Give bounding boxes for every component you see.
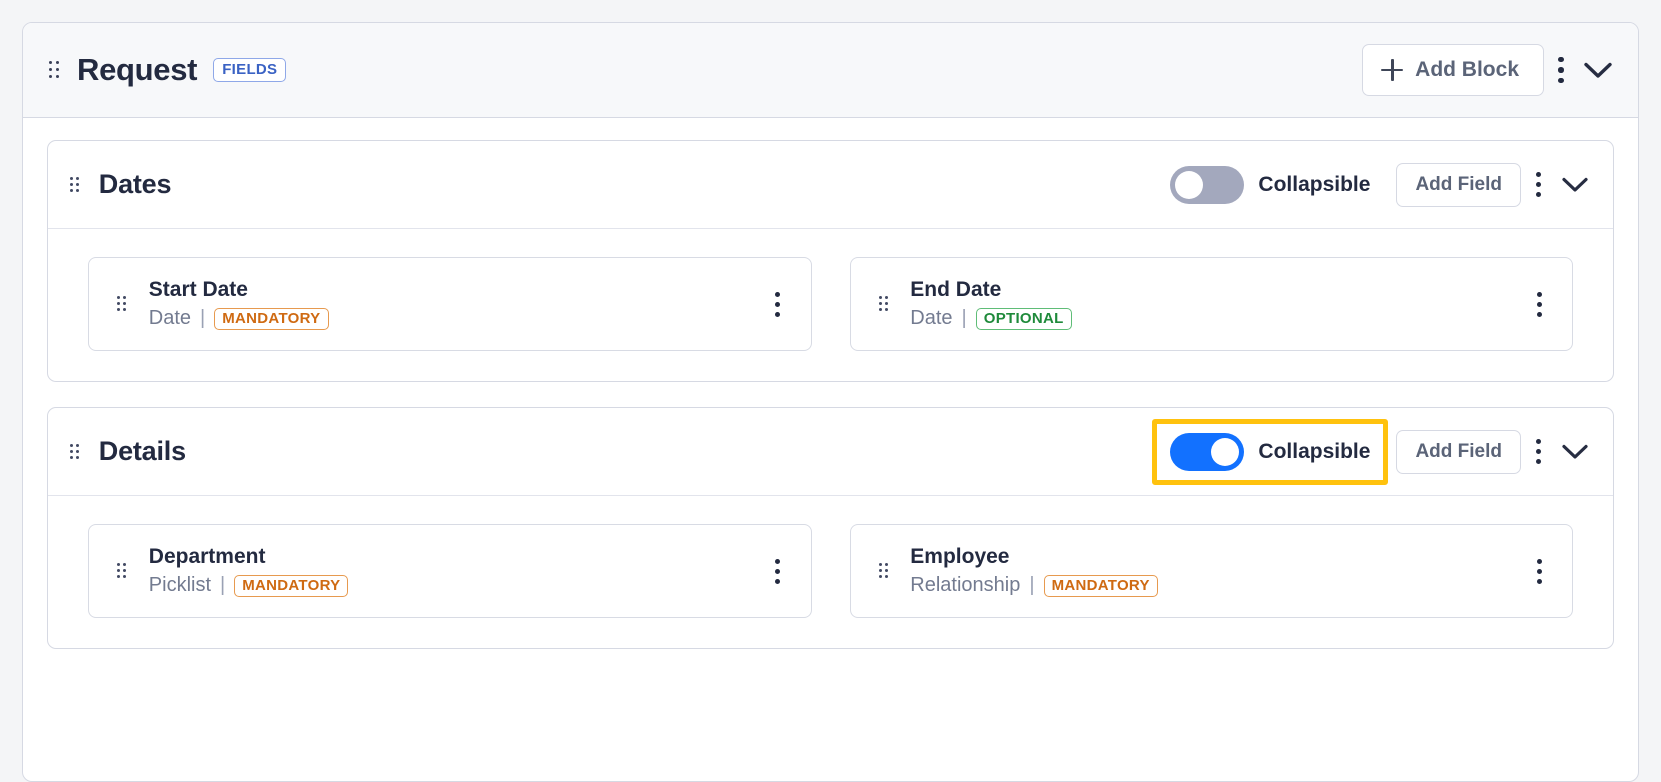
field-more-menu-icon[interactable] bbox=[1522, 284, 1556, 324]
block-title: Request bbox=[77, 52, 198, 87]
section-header-dates: Dates Collapsible Add Field bbox=[48, 141, 1613, 229]
section-header-details: Details Collapsible Add Field bbox=[48, 408, 1613, 496]
requirement-badge: MANDATORY bbox=[1043, 574, 1158, 597]
field-text: End Date Date | OPTIONAL bbox=[910, 277, 1072, 330]
section-card-details: Details Collapsible Add Field Department bbox=[47, 407, 1614, 649]
field-name: End Date bbox=[910, 277, 1002, 301]
field-separator: | bbox=[1029, 574, 1035, 597]
section-title: Details bbox=[98, 436, 186, 466]
field-text: Start Date Date | MANDATORY bbox=[149, 278, 329, 330]
field-type: Date bbox=[148, 307, 192, 330]
field-text: Employee Relationship | MANDATORY bbox=[910, 545, 1158, 597]
field-card[interactable]: End Date Date | OPTIONAL bbox=[849, 257, 1573, 351]
field-more-menu-icon[interactable] bbox=[1522, 551, 1556, 591]
field-more-menu-icon[interactable] bbox=[761, 284, 795, 324]
block-more-menu-icon[interactable] bbox=[1544, 50, 1578, 90]
block-body: Dates Collapsible Add Field Start Date D… bbox=[23, 118, 1638, 649]
field-name: Start Date bbox=[148, 277, 248, 301]
add-block-button[interactable]: Add Block bbox=[1362, 44, 1544, 96]
field-name: Department bbox=[148, 544, 266, 568]
toggle-knob bbox=[1175, 170, 1204, 199]
block-collapse-chevron-down-icon[interactable] bbox=[1578, 50, 1618, 90]
requirement-badge: MANDATORY bbox=[234, 574, 349, 597]
field-card[interactable]: Start Date Date | MANDATORY bbox=[88, 257, 812, 351]
collapsible-label: Collapsible bbox=[1258, 439, 1371, 463]
field-meta: Date | MANDATORY bbox=[149, 307, 329, 330]
section-collapse-chevron-down-icon[interactable] bbox=[1555, 165, 1595, 205]
requirement-badge: MANDATORY bbox=[214, 307, 329, 330]
field-drag-handle-icon[interactable] bbox=[878, 563, 889, 579]
add-block-label: Add Block bbox=[1415, 58, 1519, 81]
request-block-card: Request FIELDS Add Block Dates Collapsib… bbox=[22, 22, 1639, 782]
field-type: Relationship bbox=[910, 574, 1021, 597]
add-field-button[interactable]: Add Field bbox=[1396, 162, 1521, 207]
field-meta: Picklist | MANDATORY bbox=[149, 574, 349, 597]
field-grid: Department Picklist | MANDATORY Employee bbox=[48, 496, 1613, 648]
collapsible-label: Collapsible bbox=[1258, 172, 1371, 196]
section-drag-handle-icon[interactable] bbox=[70, 176, 80, 193]
toggle-knob bbox=[1211, 437, 1240, 466]
field-separator: | bbox=[961, 307, 967, 330]
section-more-menu-icon[interactable] bbox=[1521, 165, 1555, 205]
section-card-dates: Dates Collapsible Add Field Start Date D… bbox=[47, 140, 1614, 382]
field-drag-handle-icon[interactable] bbox=[117, 296, 127, 312]
block-header: Request FIELDS Add Block bbox=[23, 23, 1638, 118]
field-grid: Start Date Date | MANDATORY End Date Dat… bbox=[48, 229, 1613, 381]
collapsible-toggle-group: Collapsible bbox=[1152, 152, 1388, 218]
section-title: Dates bbox=[98, 169, 172, 199]
field-meta: Date | OPTIONAL bbox=[910, 307, 1072, 330]
block-drag-handle-icon[interactable] bbox=[49, 61, 60, 79]
field-card[interactable]: Employee Relationship | MANDATORY bbox=[849, 524, 1573, 618]
field-card[interactable]: Department Picklist | MANDATORY bbox=[88, 524, 812, 618]
field-type: Date bbox=[910, 307, 953, 330]
collapsible-toggle-group-highlighted: Collapsible bbox=[1152, 418, 1389, 485]
field-separator: | bbox=[220, 574, 226, 597]
collapsible-toggle[interactable] bbox=[1170, 165, 1245, 204]
field-text: Department Picklist | MANDATORY bbox=[149, 545, 349, 597]
fields-badge: FIELDS bbox=[213, 58, 287, 82]
section-drag-handle-icon[interactable] bbox=[70, 443, 80, 460]
add-field-button[interactable]: Add Field bbox=[1396, 429, 1521, 474]
field-name: Employee bbox=[910, 544, 1010, 568]
field-type: Picklist bbox=[148, 574, 212, 597]
plus-icon bbox=[1381, 59, 1404, 81]
collapsible-toggle[interactable] bbox=[1170, 432, 1245, 471]
field-separator: | bbox=[200, 307, 206, 330]
field-more-menu-icon[interactable] bbox=[761, 551, 795, 591]
field-meta: Relationship | MANDATORY bbox=[910, 574, 1158, 597]
section-collapse-chevron-down-icon[interactable] bbox=[1555, 432, 1595, 472]
field-drag-handle-icon[interactable] bbox=[878, 296, 889, 312]
field-drag-handle-icon[interactable] bbox=[117, 563, 127, 579]
section-more-menu-icon[interactable] bbox=[1521, 432, 1555, 472]
requirement-badge: OPTIONAL bbox=[975, 307, 1072, 330]
